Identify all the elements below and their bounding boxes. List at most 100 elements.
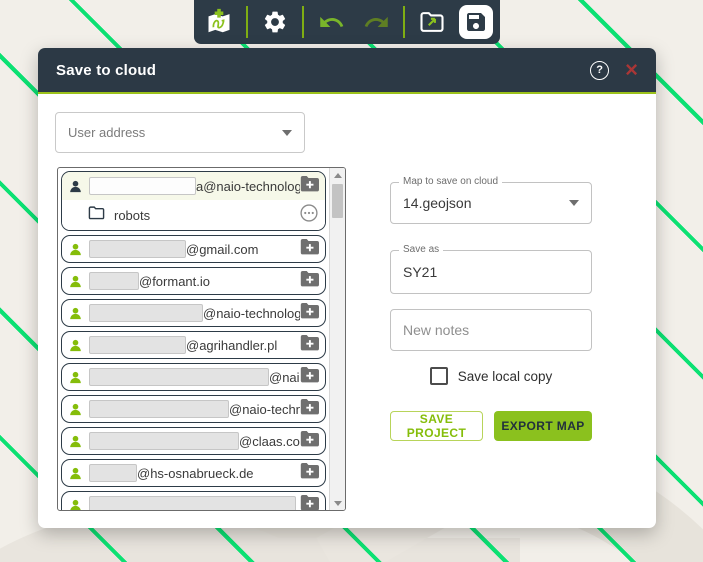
account-row[interactable]: @agrihandler.pl — [61, 331, 326, 359]
open-folder-icon — [418, 8, 446, 36]
account-row[interactable]: @hs-osnabrueck.de — [61, 459, 326, 487]
account-row[interactable] — [61, 491, 326, 510]
person-icon — [68, 274, 83, 289]
save-options-panel: Map to save on cloud 14.geojson Save as … — [390, 182, 592, 441]
undo-icon — [318, 9, 345, 36]
person-icon — [68, 370, 83, 385]
save-project-tool-button[interactable] — [459, 5, 493, 39]
notes-input[interactable]: New notes — [390, 309, 592, 351]
person-icon — [68, 338, 83, 353]
account-row[interactable]: @gmail.com — [61, 235, 326, 263]
notes-placeholder: New notes — [403, 322, 469, 338]
toolbar-divider — [302, 6, 304, 38]
account-email-domain: @naio-technologies.co — [203, 306, 300, 321]
account-row[interactable]: @naio-technologies.co — [61, 299, 326, 327]
subfolder-label: robots — [114, 208, 150, 223]
account-list: a@naio-technologies.co — [57, 167, 346, 511]
redacted-username — [89, 400, 229, 418]
add-folder-icon[interactable] — [300, 334, 319, 356]
save-project-button[interactable]: SAVE PROJECT — [390, 411, 483, 441]
checkbox-icon[interactable] — [430, 367, 448, 385]
account-email-domain: a@naio-technologies.co — [196, 179, 300, 194]
account-row[interactable]: @formant.io — [61, 267, 326, 295]
account-email-domain: @gmail.com — [186, 242, 258, 257]
dialog-header: Save to cloud ? × — [38, 48, 656, 94]
person-icon — [68, 306, 83, 321]
account-row[interactable]: @naio-techn — [61, 363, 326, 391]
subfolder-row-robots[interactable]: robots — [62, 200, 325, 230]
account-email-domain: @agrihandler.pl — [186, 338, 277, 353]
user-address-select[interactable]: User address — [55, 112, 305, 153]
scroll-down-icon[interactable] — [334, 496, 342, 510]
account-email-domain: @formant.io — [139, 274, 210, 289]
person-icon — [68, 402, 83, 417]
open-project-button[interactable] — [414, 4, 450, 40]
dialog-header-actions: ? × — [590, 59, 638, 81]
redacted-username — [89, 304, 203, 322]
account-list-items: a@naio-technologies.co — [58, 168, 329, 510]
add-folder-icon[interactable] — [300, 175, 319, 197]
map-to-save-label: Map to save on cloud — [399, 176, 502, 187]
person-icon — [68, 179, 83, 194]
folder-icon — [88, 205, 105, 225]
add-folder-icon[interactable] — [300, 398, 319, 420]
save-as-value: SY21 — [403, 264, 437, 280]
redacted-username — [89, 496, 296, 510]
account-row-selected[interactable]: a@naio-technologies.co — [61, 171, 326, 231]
toolbar-divider — [246, 6, 248, 38]
redo-button[interactable] — [358, 4, 394, 40]
scroll-up-icon[interactable] — [334, 168, 342, 182]
add-folder-icon[interactable] — [300, 270, 319, 292]
save-icon — [464, 10, 488, 34]
add-folder-icon[interactable] — [300, 302, 319, 324]
toolbar-divider — [403, 6, 405, 38]
person-icon — [68, 498, 83, 511]
redacted-username — [89, 177, 196, 195]
dialog-buttons: SAVE PROJECT EXPORT MAP — [390, 411, 592, 441]
save-local-copy-checkbox-row[interactable]: Save local copy — [390, 367, 592, 385]
add-folder-icon[interactable] — [300, 238, 319, 260]
save-as-input[interactable]: Save as SY21 — [390, 250, 592, 294]
add-folder-icon[interactable] — [300, 494, 319, 510]
chevron-down-icon — [569, 200, 579, 206]
scrollbar[interactable] — [329, 168, 345, 510]
chevron-down-icon — [282, 130, 292, 136]
redacted-username — [89, 336, 186, 354]
export-map-button[interactable]: EXPORT MAP — [494, 411, 592, 441]
scrollbar-thumb[interactable] — [332, 184, 343, 218]
gear-icon — [262, 9, 288, 35]
redacted-username — [89, 272, 139, 290]
more-options-icon[interactable] — [299, 203, 319, 228]
add-folder-icon[interactable] — [300, 366, 319, 388]
undo-button[interactable] — [313, 4, 349, 40]
account-row[interactable]: @naio-technologie — [61, 395, 326, 423]
add-folder-icon[interactable] — [300, 430, 319, 452]
selected-account-row[interactable]: a@naio-technologies.co — [62, 172, 325, 200]
dialog-title: Save to cloud — [56, 62, 156, 79]
save-to-cloud-dialog: Save to cloud ? × User address a — [38, 48, 656, 528]
map-app-background: Save to cloud ? × User address a — [0, 0, 703, 562]
settings-button[interactable] — [257, 4, 293, 40]
account-email-domain: @hs-osnabrueck.de — [137, 466, 254, 481]
redo-icon — [363, 9, 390, 36]
help-icon[interactable]: ? — [590, 61, 609, 80]
account-email-domain: @naio-technologie — [229, 402, 300, 417]
person-icon — [68, 466, 83, 481]
new-map-button[interactable] — [201, 4, 237, 40]
account-email-domain: @claas.com — [239, 434, 300, 449]
map-toolbar — [194, 0, 500, 44]
redacted-username — [89, 240, 186, 258]
redacted-username — [89, 368, 269, 386]
redacted-username — [89, 464, 137, 482]
new-map-icon — [205, 8, 233, 36]
add-folder-icon[interactable] — [300, 462, 319, 484]
user-address-placeholder: User address — [68, 125, 145, 140]
close-icon[interactable]: × — [625, 59, 638, 81]
person-icon — [68, 434, 83, 449]
redacted-username — [89, 432, 239, 450]
account-row[interactable]: @claas.com — [61, 427, 326, 455]
map-to-save-select[interactable]: Map to save on cloud 14.geojson — [390, 182, 592, 224]
save-as-label: Save as — [399, 244, 443, 255]
account-email-domain: @naio-techn — [269, 370, 300, 385]
save-local-copy-label: Save local copy — [458, 369, 553, 384]
